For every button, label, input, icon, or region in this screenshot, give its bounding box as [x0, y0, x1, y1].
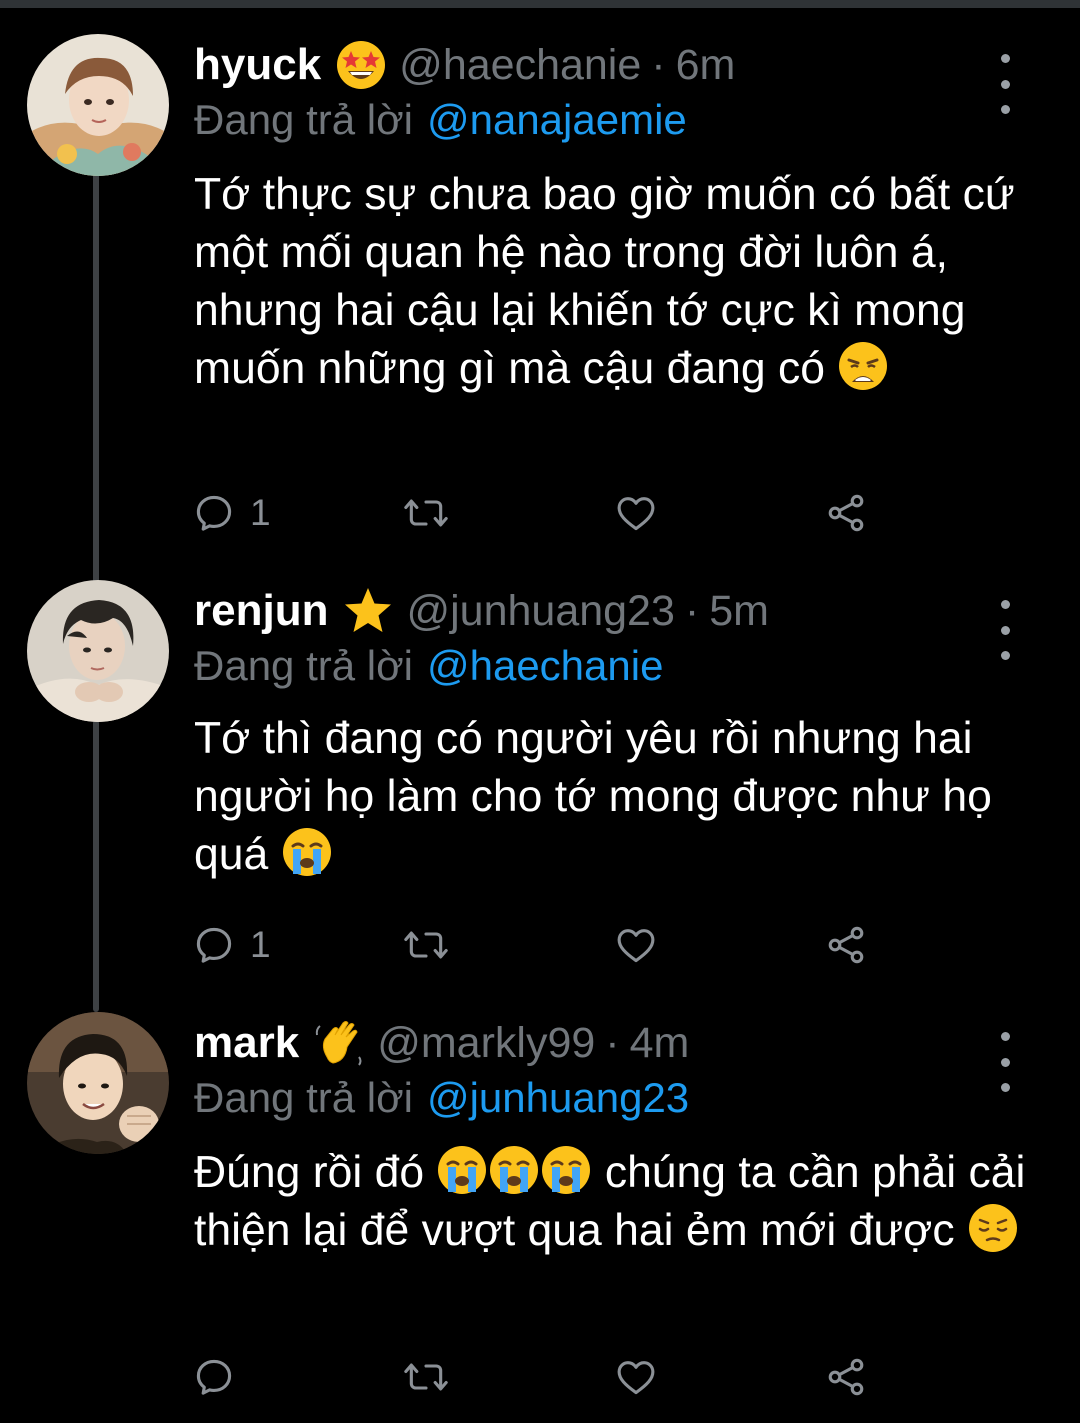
display-name[interactable]: mark: [194, 1018, 299, 1068]
like-button[interactable]: [614, 920, 658, 970]
tweet[interactable]: hyuck @haechanie · 6m Đang trả lời @nanaj…: [0, 34, 1080, 554]
like-icon: [617, 497, 655, 531]
separator-dot: ·: [605, 1018, 620, 1067]
share-button[interactable]: [824, 488, 868, 538]
retweet-icon: [404, 1363, 448, 1391]
like-button[interactable]: [614, 1352, 658, 1402]
replying-label: Đang trả lời: [194, 1074, 413, 1121]
tweet-text-part1: Đúng rồi đó: [194, 1148, 425, 1197]
like-button[interactable]: [614, 488, 658, 538]
more-options-button[interactable]: [990, 600, 1020, 660]
more-options-button[interactable]: [990, 1032, 1020, 1092]
avatar[interactable]: [27, 34, 169, 176]
user-handle[interactable]: @haechanie: [399, 41, 641, 90]
pensive-face-emoji: [967, 1202, 1019, 1254]
loudly-crying-face-emoji: [436, 1144, 488, 1196]
waving-hand-emoji: [313, 1017, 365, 1069]
retweet-icon: [404, 931, 448, 959]
avatar[interactable]: [27, 580, 169, 722]
reply-icon: [196, 495, 232, 531]
share-icon: [828, 926, 864, 964]
tweet-header: hyuck @haechanie · 6m: [194, 38, 735, 92]
reply-count: 1: [250, 924, 271, 965]
reply-button[interactable]: 1: [192, 488, 271, 538]
share-button[interactable]: [824, 920, 868, 970]
tweet-text: Tớ thực sự chưa bao giờ muốn có bất cứ m…: [194, 166, 1034, 398]
retweet-icon: [404, 499, 448, 527]
reply-button[interactable]: 1: [192, 920, 271, 970]
user-handle[interactable]: @junhuang23: [406, 587, 674, 636]
user-handle[interactable]: @markly99: [377, 1019, 595, 1068]
share-icon: [828, 1358, 864, 1396]
tweet-text-content: Tớ thực sự chưa bao giờ muốn có bất cứ m…: [194, 170, 1028, 393]
reply-mention-link[interactable]: @haechanie: [427, 642, 663, 689]
timestamp[interactable]: 5m: [709, 587, 769, 636]
reply-mention-link[interactable]: @junhuang23: [427, 1074, 689, 1121]
tweet-actions: [192, 1352, 892, 1402]
separator-dot: ·: [651, 40, 666, 89]
replying-to: Đang trả lời @nanajaemie: [194, 96, 687, 144]
top-edge-divider: [0, 0, 1080, 8]
more-options-button[interactable]: [990, 54, 1020, 114]
share-icon: [828, 494, 864, 532]
replying-to: Đang trả lời @junhuang23: [194, 1074, 689, 1122]
share-button[interactable]: [824, 1352, 868, 1402]
star-struck-emoji: [335, 39, 387, 91]
more-icon: [1000, 600, 1010, 609]
loudly-crying-face-emoji: [488, 1144, 540, 1196]
tweet[interactable]: mark @markly99 · 4m Đang trả lời @junhuan…: [0, 1012, 1080, 1412]
display-name[interactable]: renjun: [194, 586, 328, 636]
replying-to: Đang trả lời @haechanie: [194, 642, 663, 690]
reply-button[interactable]: [192, 1352, 250, 1402]
avatar[interactable]: [27, 1012, 169, 1154]
timestamp[interactable]: 4m: [630, 1019, 690, 1068]
tweet-actions: 1: [192, 920, 892, 970]
separator-dot: ·: [684, 586, 700, 635]
tweet-actions: 1: [192, 488, 892, 538]
tweet-header: mark @markly99 · 4m: [194, 1016, 689, 1070]
weary-face-emoji: [837, 340, 889, 392]
like-icon: [617, 1361, 655, 1395]
replying-label: Đang trả lời: [194, 642, 413, 689]
tweet[interactable]: renjun @junhuang23 · 5m Đang trả lời @hae…: [0, 580, 1080, 1000]
tweet-text: Đúng rồi đó chúng ta cần phải cải thiện …: [194, 1144, 1034, 1260]
more-icon: [1000, 1032, 1010, 1041]
retweet-button[interactable]: [402, 1352, 450, 1402]
display-name[interactable]: hyuck: [194, 40, 321, 90]
replying-label: Đang trả lời: [194, 96, 413, 143]
more-icon: [1000, 54, 1010, 63]
loudly-crying-face-emoji: [281, 826, 333, 878]
reply-icon: [196, 1359, 232, 1395]
reply-mention-link[interactable]: @nanajaemie: [427, 96, 687, 143]
retweet-button[interactable]: [402, 488, 450, 538]
like-icon: [617, 929, 655, 963]
tweet-header: renjun @junhuang23 · 5m: [194, 584, 769, 638]
loudly-crying-face-emoji: [540, 1144, 592, 1196]
reply-icon: [196, 927, 232, 963]
retweet-button[interactable]: [402, 920, 450, 970]
reply-count: 1: [250, 492, 271, 533]
tweet-text: Tớ thì đang có người yêu rồi nhưng hai n…: [194, 710, 1034, 884]
star-emoji: [342, 585, 394, 637]
timestamp[interactable]: 6m: [676, 41, 736, 90]
